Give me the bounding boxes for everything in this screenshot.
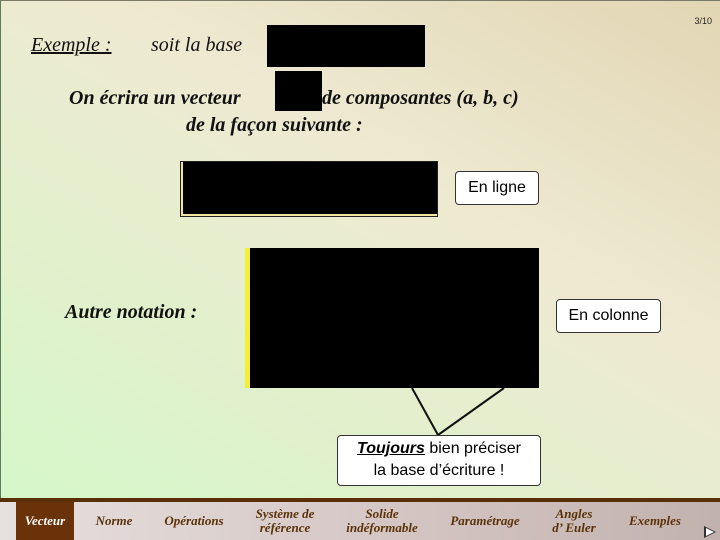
row-notation-formula (180, 161, 438, 217)
reminder-emphasis: Toujours (357, 440, 425, 457)
vector-sentence-start: On écrira un vecteur (69, 87, 241, 109)
bottom-navigation-bar: Vecteur Norme Opérations Système de réfé… (0, 498, 720, 540)
vector-sentence-line2: de la façon suivante : (186, 114, 363, 136)
redacted-basis-formula (267, 25, 425, 67)
nav-label-line2: référence (259, 520, 311, 535)
other-notation-label: Autre notation : (65, 301, 198, 323)
nav-item-norme[interactable]: Norme (86, 502, 142, 540)
nav-label-line1: Angles (555, 506, 593, 521)
pointer-line-left (411, 387, 439, 436)
nav-label-line1: Solide (365, 506, 399, 521)
nav-label-line1: Système de (255, 506, 315, 521)
page-number: 3/10 (694, 16, 712, 26)
vector-sentence-end: de composantes (a, b, c) (322, 87, 519, 109)
nav-item-operations[interactable]: Opérations (155, 502, 233, 540)
nav-item-angles-euler[interactable]: Angles d’ Euler (545, 502, 603, 540)
pointer-line-right (437, 387, 505, 436)
slide-canvas: 3/10 Exemple : soit la base On écrira un… (0, 0, 720, 498)
redacted-vector-symbol (275, 71, 322, 111)
reminder-line1: Toujours bien préciser (338, 438, 540, 460)
nav-item-parametrage[interactable]: Paramétrage (440, 502, 530, 540)
reminder-line2: la base d’écriture ! (373, 462, 505, 479)
reminder-line1-rest: bien préciser (424, 440, 521, 457)
example-text: soit la base (151, 34, 243, 56)
nav-item-solide-indeformable[interactable]: Solide indéformable (338, 502, 426, 540)
column-notation-formula (245, 248, 539, 388)
example-label: Exemple : (31, 34, 112, 56)
nav-item-vecteur[interactable]: Vecteur (16, 502, 74, 540)
column-notation-callout: En colonne (556, 299, 661, 333)
nav-item-systeme-de-reference[interactable]: Système de référence (245, 502, 325, 540)
basis-reminder-callout: Toujours bien préciser la base d’écritur… (337, 435, 541, 486)
nav-label-line2: indéformable (346, 520, 418, 535)
nav-label-line2: d’ Euler (552, 520, 596, 535)
row-notation-callout: En ligne (455, 171, 539, 205)
nav-item-exemples[interactable]: Exemples (620, 502, 690, 540)
next-slide-arrow-icon[interactable] (704, 526, 716, 538)
